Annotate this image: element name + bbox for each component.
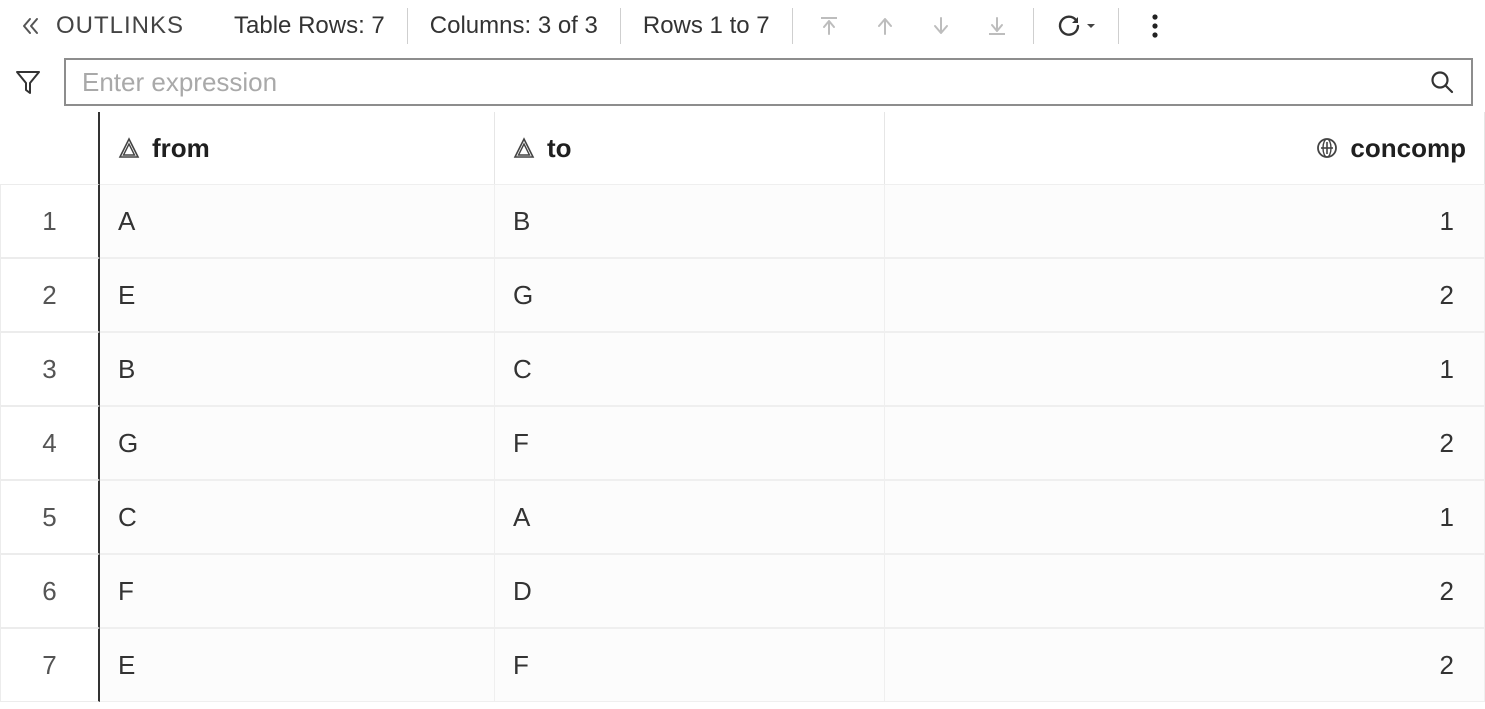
cell-to[interactable]: B (495, 184, 885, 258)
page-next-button[interactable] (927, 12, 955, 40)
cell-to[interactable]: F (495, 406, 885, 480)
cell-to[interactable]: A (495, 480, 885, 554)
page-last-button[interactable] (983, 12, 1011, 40)
data-table: from to concomp 1AB12EG23BC14GF25CA16FD2… (0, 112, 1485, 702)
cell-concomp[interactable]: 2 (885, 554, 1485, 628)
row-number-cell[interactable]: 1 (0, 184, 100, 258)
expression-input[interactable] (80, 66, 1427, 99)
search-button[interactable] (1427, 67, 1457, 97)
column-header-from[interactable]: from (100, 112, 495, 184)
cell-concomp[interactable]: 1 (885, 184, 1485, 258)
table-rows-label: Table Rows: 7 (234, 12, 385, 40)
more-menu-button[interactable] (1141, 12, 1169, 40)
cell-concomp[interactable]: 1 (885, 332, 1485, 406)
page-first-button[interactable] (815, 12, 843, 40)
refresh-menu-button[interactable] (1056, 13, 1096, 39)
cell-from[interactable]: G (100, 406, 495, 480)
cell-concomp[interactable]: 2 (885, 628, 1485, 702)
row-number-cell[interactable]: 6 (0, 554, 100, 628)
column-label: from (152, 133, 210, 164)
column-header-concomp[interactable]: concomp (885, 112, 1485, 184)
row-number-cell[interactable]: 3 (0, 332, 100, 406)
cell-concomp[interactable]: 2 (885, 406, 1485, 480)
char-type-icon (118, 137, 140, 159)
pagination-group (815, 12, 1011, 40)
filter-row (0, 52, 1485, 112)
page-prev-button[interactable] (871, 12, 899, 40)
row-number-cell[interactable]: 7 (0, 628, 100, 702)
cell-to[interactable]: G (495, 258, 885, 332)
column-header-to[interactable]: to (495, 112, 885, 184)
collapse-panel-button[interactable] (14, 8, 48, 44)
expression-input-wrap (64, 58, 1473, 106)
separator (1118, 8, 1119, 44)
panel-title: OUTLINKS (56, 12, 184, 40)
rows-range-label: Rows 1 to 7 (643, 12, 770, 40)
cell-to[interactable]: F (495, 628, 885, 702)
separator (792, 8, 793, 44)
row-number-cell[interactable]: 2 (0, 258, 100, 332)
filter-button[interactable] (10, 64, 46, 100)
cell-concomp[interactable]: 1 (885, 480, 1485, 554)
cell-concomp[interactable]: 2 (885, 258, 1485, 332)
row-number-cell[interactable]: 5 (0, 480, 100, 554)
numeric-type-icon (1316, 137, 1338, 159)
toolbar: OUTLINKS Table Rows: 7 Columns: 3 of 3 R… (0, 0, 1485, 52)
char-type-icon (513, 137, 535, 159)
separator (407, 8, 408, 44)
separator (620, 8, 621, 44)
refresh-icon (1056, 13, 1082, 39)
separator (1033, 8, 1034, 44)
cell-from[interactable]: A (100, 184, 495, 258)
row-number-cell[interactable]: 4 (0, 406, 100, 480)
cell-from[interactable]: B (100, 332, 495, 406)
cell-from[interactable]: E (100, 258, 495, 332)
dropdown-caret-icon (1086, 21, 1096, 31)
column-label: to (547, 133, 572, 164)
cell-to[interactable]: D (495, 554, 885, 628)
cell-from[interactable]: C (100, 480, 495, 554)
cell-from[interactable]: E (100, 628, 495, 702)
cell-from[interactable]: F (100, 554, 495, 628)
row-number-header (0, 112, 100, 184)
cell-to[interactable]: C (495, 332, 885, 406)
columns-label: Columns: 3 of 3 (430, 12, 598, 40)
column-label: concomp (1350, 133, 1466, 164)
